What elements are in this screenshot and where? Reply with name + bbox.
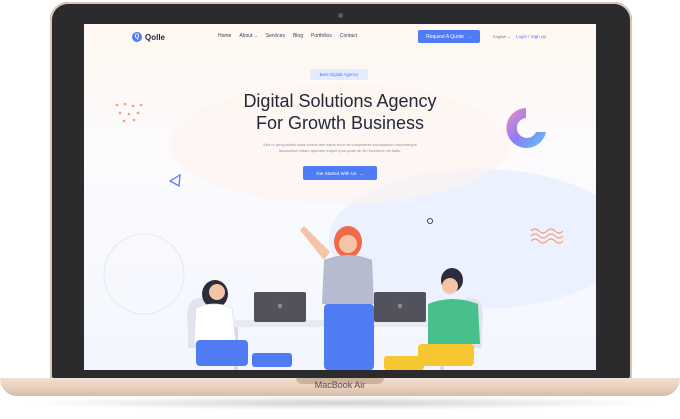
nav-link-portfolios[interactable]: Portfolios	[311, 33, 332, 39]
nav-link-contact[interactable]: Contact	[340, 33, 357, 39]
hero-subtext: Sed ut perspiciatis unde omnis iste natu…	[234, 142, 446, 154]
subtext-line-2: laudantium totam aperiam eaque ipsa quae…	[278, 148, 402, 153]
nav-links: Home About ⌄ Services Blog Portfolios Con…	[218, 33, 357, 39]
get-started-button[interactable]: Get Started With Us →	[303, 166, 377, 180]
top-navigation: Q Qolle Home About ⌄ Services Blog Portfo…	[84, 24, 596, 50]
nav-link-blog[interactable]: Blog	[293, 33, 303, 39]
nav-link-about-label: About	[239, 33, 253, 39]
language-select[interactable]: English ⌄	[493, 34, 511, 39]
nav-link-home[interactable]: Home	[218, 33, 231, 39]
triangle-outline-icon	[168, 174, 181, 188]
laptop-shadow	[20, 396, 660, 410]
arrow-right-icon: →	[359, 170, 364, 176]
request-quote-button[interactable]: Request A Quote →	[418, 30, 480, 43]
chevron-down-icon: ⌄	[254, 33, 258, 38]
dots-pattern-icon	[115, 102, 143, 123]
gradient-arc-icon	[506, 108, 546, 148]
nav-link-about[interactable]: About ⌄	[239, 33, 257, 39]
nav-link-services[interactable]: Services	[266, 33, 285, 39]
team-illustration	[187, 226, 483, 370]
arrow-right-icon: →	[466, 33, 472, 40]
logo-icon: Q	[132, 32, 142, 42]
device-label: MacBook Air	[314, 380, 366, 390]
logo-text: Qolle	[145, 32, 166, 42]
camera-icon	[338, 13, 343, 18]
laptop-screen: Q Qolle Home About ⌄ Services Blog Portfo…	[84, 24, 596, 370]
site-logo[interactable]: Q Qolle	[132, 32, 165, 42]
hero-badge: Best Digital Agency	[310, 69, 368, 80]
request-quote-label: Request A Quote	[426, 33, 464, 40]
get-started-label: Get Started With Us	[316, 170, 357, 176]
login-signup-link[interactable]: Login / Sign up	[516, 34, 546, 39]
